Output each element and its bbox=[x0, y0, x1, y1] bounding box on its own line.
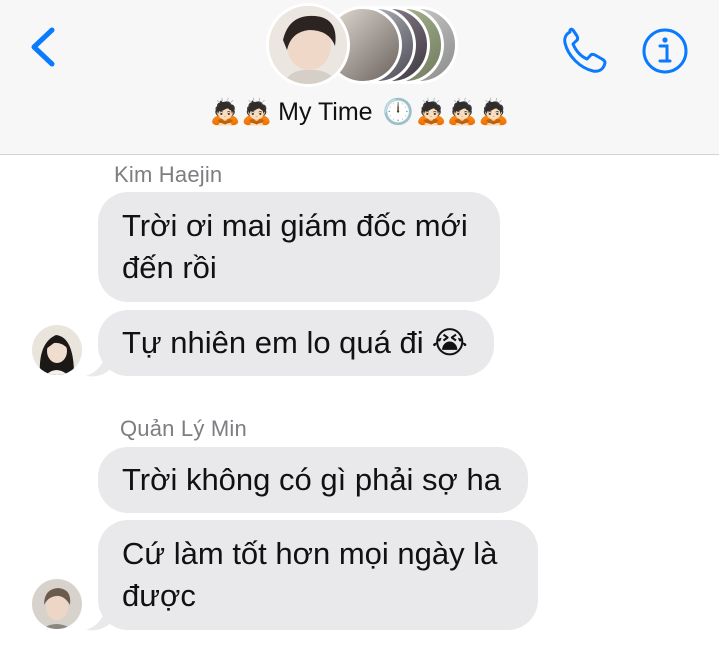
message-line: Cứ làm tốt hơn mọi ngày là bbox=[122, 536, 498, 571]
title-emoji-right: 🙇🏻🙇🏻🙇🏻 bbox=[415, 98, 510, 126]
bubble-tail bbox=[86, 348, 114, 377]
message-text: Trời không có gì phải sợ ha bbox=[122, 462, 501, 497]
phone-icon[interactable] bbox=[560, 26, 612, 76]
message-text: Tự nhiên em lo quá đi bbox=[122, 325, 424, 360]
sender-avatar[interactable] bbox=[32, 325, 82, 375]
message-bubble[interactable]: Trời ơi mai giám đốc mới đến rồi bbox=[98, 192, 500, 302]
sender-name: Quản Lý Min bbox=[120, 416, 247, 441]
message-line: được bbox=[122, 578, 196, 613]
group-name: My Time bbox=[278, 98, 373, 126]
bubble-tail bbox=[86, 602, 114, 631]
title-emoji-left: 🙇🏻🙇🏻 bbox=[209, 98, 273, 126]
message-bubble[interactable]: Tự nhiên em lo quá đi 😭 bbox=[98, 310, 494, 376]
chat-header: 🙇🏻🙇🏻 My Time 🕛 🙇🏻🙇🏻🙇🏻 bbox=[0, 0, 719, 155]
group-main-avatar bbox=[266, 3, 350, 87]
crying-emoji: 😭 bbox=[431, 325, 468, 360]
sender-avatar[interactable] bbox=[32, 579, 82, 629]
back-chevron-icon[interactable] bbox=[24, 24, 64, 70]
message-bubble[interactable]: Cứ làm tốt hơn mọi ngày là được bbox=[98, 520, 538, 630]
info-icon[interactable] bbox=[640, 26, 690, 76]
message-bubble[interactable]: Trời không có gì phải sợ ha bbox=[98, 447, 528, 513]
message-line: Trời ơi mai giám đốc mới bbox=[122, 208, 468, 243]
sender-name: Kim Haejin bbox=[114, 162, 223, 187]
message-line: đến rồi bbox=[122, 250, 217, 285]
group-title[interactable]: 🙇🏻🙇🏻 My Time 🕛 🙇🏻🙇🏻🙇🏻 bbox=[0, 98, 719, 127]
group-avatar-stack[interactable] bbox=[262, 2, 462, 90]
title-emoji-clock: 🕛 bbox=[382, 98, 414, 126]
